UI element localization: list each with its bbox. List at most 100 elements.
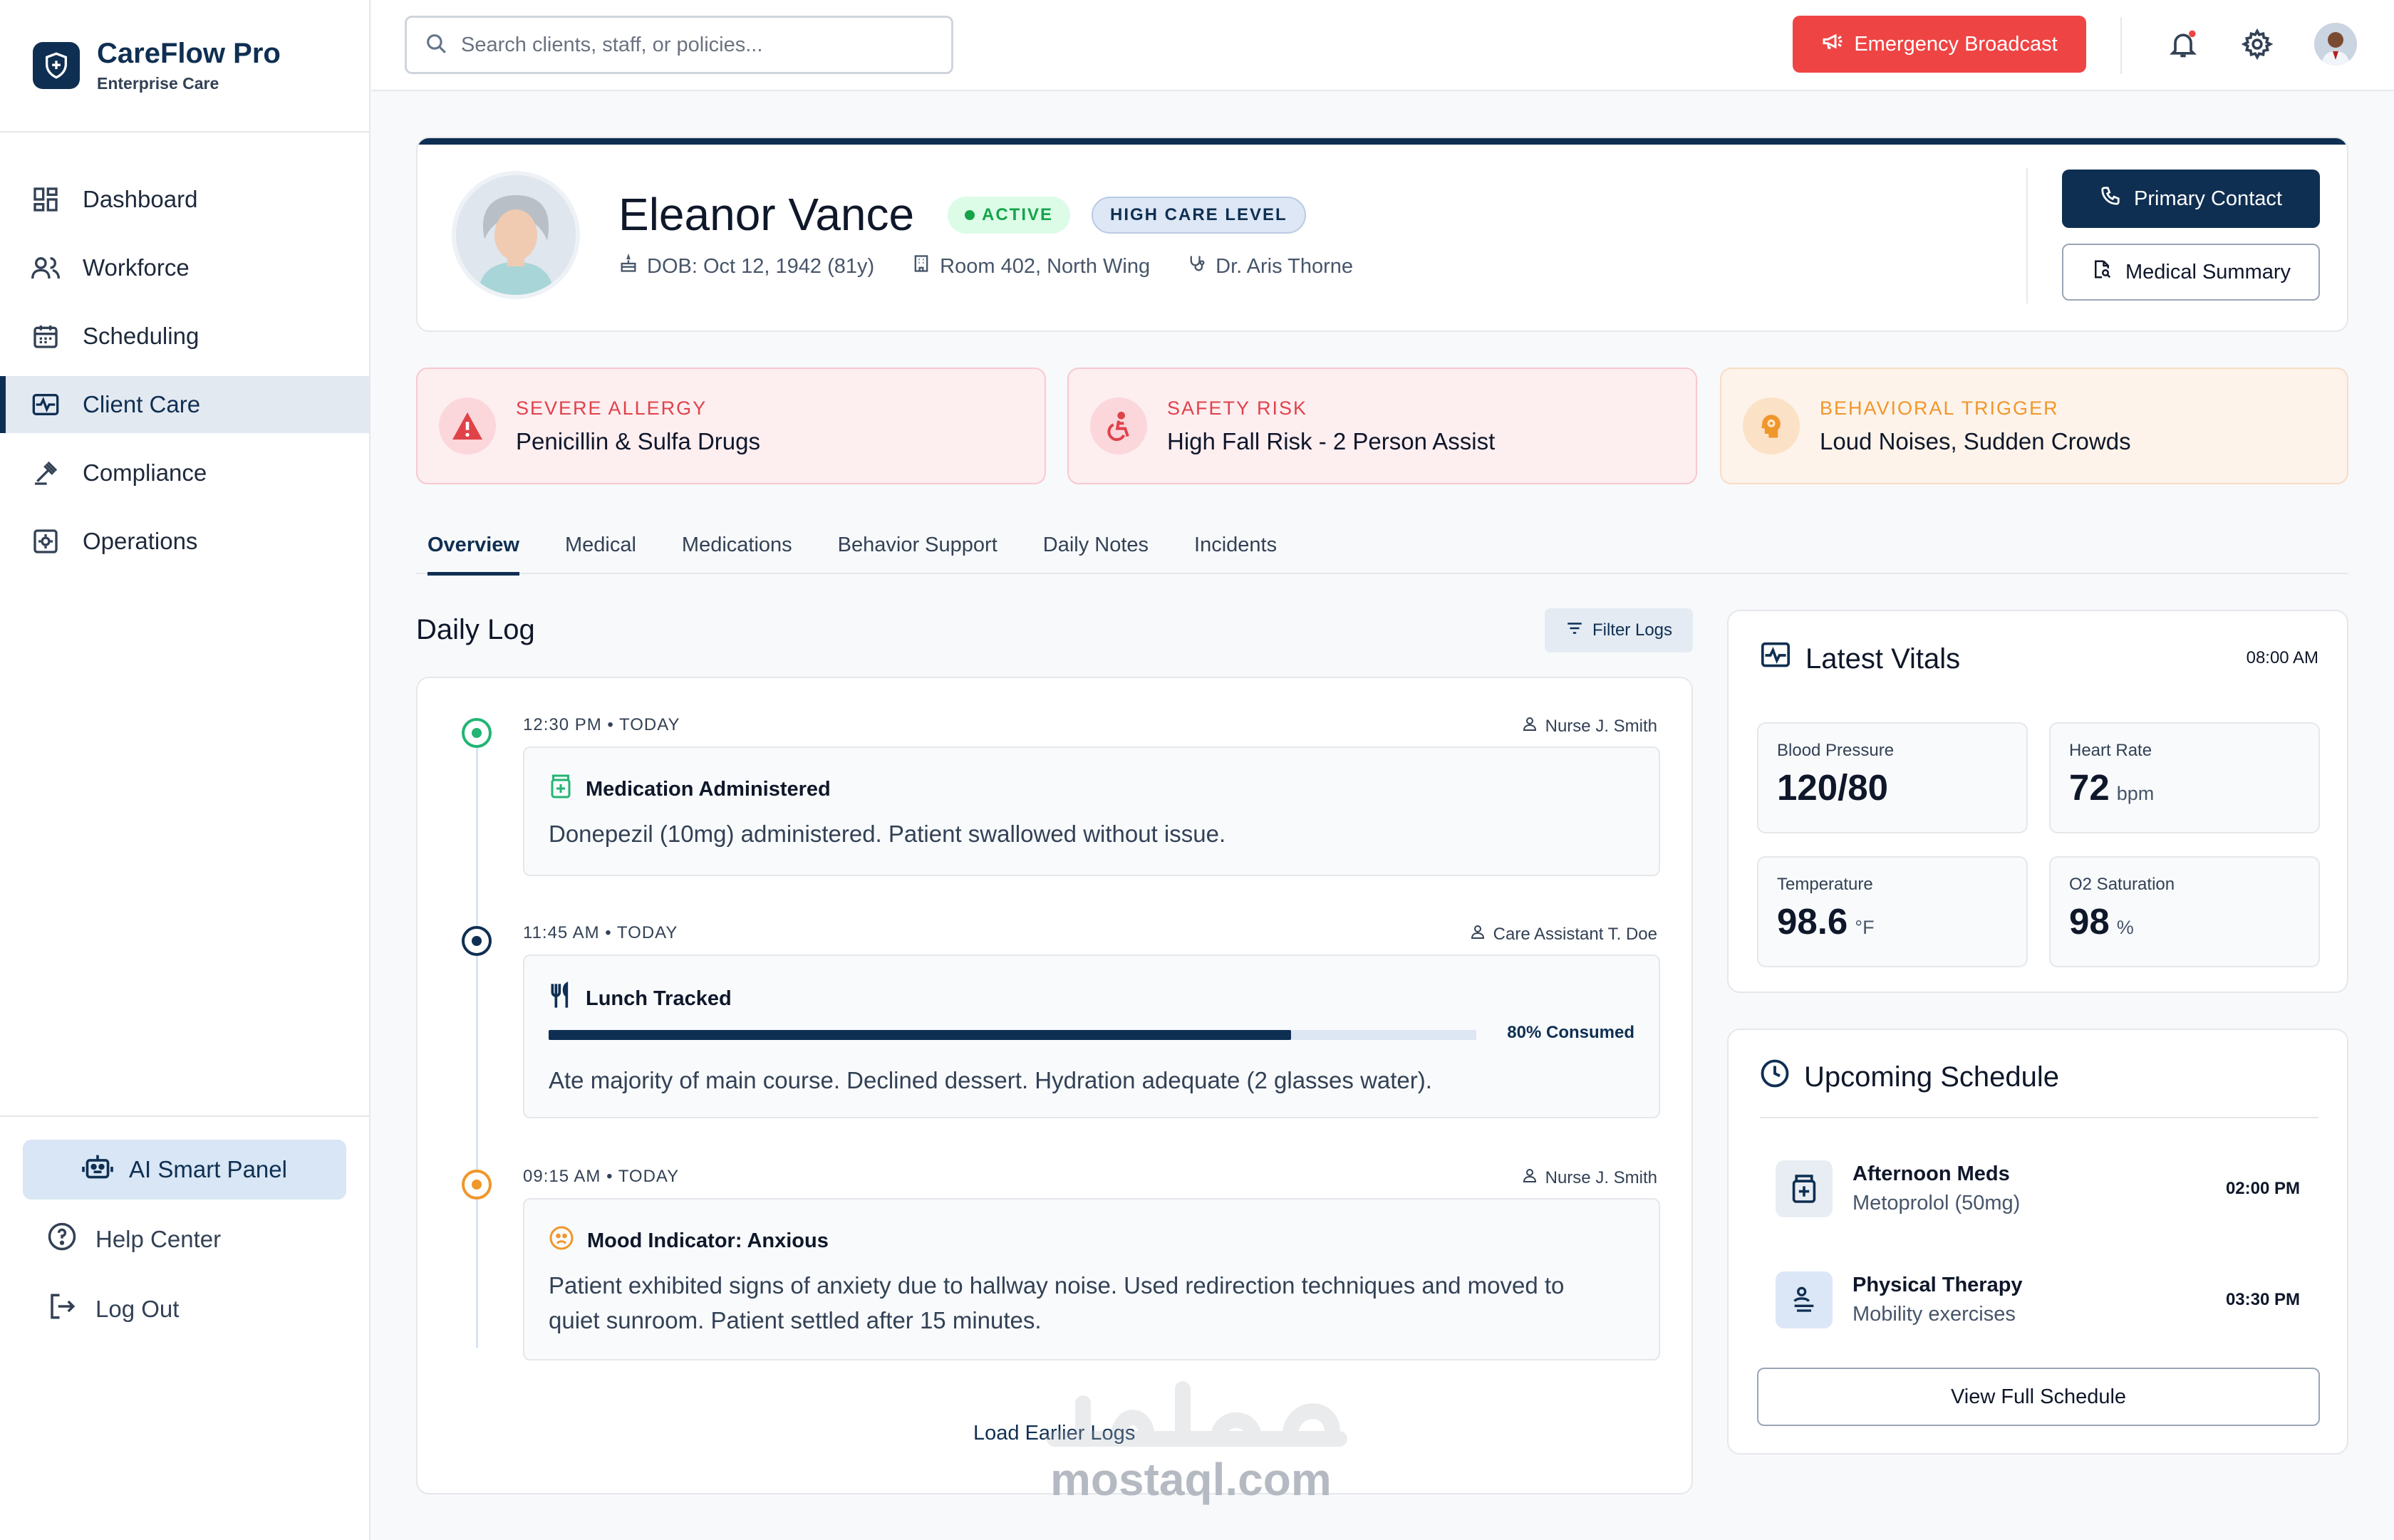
client-dob-text: DOB: Oct 12, 1942 (81y) xyxy=(647,254,875,278)
header-divider xyxy=(2120,17,2122,74)
bell-icon xyxy=(2167,28,2199,63)
vital-unit: bpm xyxy=(2116,783,2155,804)
schedule-item-subtitle: Metoprolol (50mg) xyxy=(1852,1192,2021,1214)
alert-text: Penicillin & Sulfa Drugs xyxy=(516,427,760,454)
vital-unit: % xyxy=(2116,917,2134,938)
pill-bottle-icon xyxy=(549,774,573,805)
user-avatar[interactable] xyxy=(2314,23,2357,66)
filter-icon xyxy=(1565,619,1584,642)
notification-bell-button[interactable] xyxy=(2162,24,2204,67)
sidebar-item-dashboard[interactable]: Dashboard xyxy=(0,171,369,228)
upcoming-schedule-header: Upcoming Schedule xyxy=(1760,1058,2059,1096)
status-dot-icon xyxy=(965,210,975,220)
help-center-link[interactable]: Help Center xyxy=(23,1209,346,1269)
stethoscope-icon xyxy=(1187,254,1207,279)
therapy-person-icon xyxy=(1776,1271,1833,1328)
brand[interactable]: CareFlow Pro Enterprise Care xyxy=(0,0,369,132)
brand-subtitle: Enterprise Care xyxy=(97,74,219,93)
alert-card-allergy[interactable]: SEVERE ALLERGY Penicillin & Sulfa Drugs xyxy=(416,368,1046,484)
schedule-item-physical-therapy[interactable]: Physical Therapy Mobility exercises 03:3… xyxy=(1776,1261,2300,1339)
vital-value: 98.6 °F xyxy=(1777,900,2008,942)
profile-divider xyxy=(2026,168,2028,303)
utensils-icon xyxy=(549,981,573,1016)
alert-card-behavior[interactable]: BEHAVIORAL TRIGGER Loud Noises, Sudden C… xyxy=(1720,368,2348,484)
medicine-box-icon xyxy=(1776,1160,1833,1217)
status-badge: ACTIVE xyxy=(948,197,1071,234)
dashboard-icon xyxy=(30,184,61,215)
sidebar-item-client-care[interactable]: Client Care xyxy=(0,376,369,433)
tab-incidents[interactable]: Incidents xyxy=(1194,516,1277,574)
log-entry-header: Lunch Tracked xyxy=(549,981,732,1016)
filter-logs-label: Filter Logs xyxy=(1592,620,1673,640)
log-entry-header: Medication Administered xyxy=(549,774,831,805)
vital-number: 98 xyxy=(2069,901,2110,942)
search-box[interactable] xyxy=(405,16,953,74)
log-entry-lunch[interactable]: Lunch Tracked 80% Consumed Ate majority … xyxy=(523,954,1660,1118)
tab-daily-notes[interactable]: Daily Notes xyxy=(1043,516,1149,574)
log-entry-title: Medication Administered xyxy=(586,777,831,801)
alert-card-safety[interactable]: SAFETY RISK High Fall Risk - 2 Person As… xyxy=(1067,368,1697,484)
settings-button[interactable] xyxy=(2236,24,2279,67)
head-gear-icon xyxy=(1743,397,1800,454)
client-avatar xyxy=(452,171,580,299)
tab-medical[interactable]: Medical xyxy=(565,516,636,574)
log-author-name: Nurse J. Smith xyxy=(1545,716,1657,736)
help-center-label: Help Center xyxy=(95,1226,222,1252)
latest-vitals-card: Latest Vitals 08:00 AM Blood Pressure 12… xyxy=(1727,610,2348,993)
client-profile-card: Eleanor Vance ACTIVE HIGH CARE LEVEL DOB… xyxy=(416,137,2348,332)
client-meta: DOB: Oct 12, 1942 (81y) Room 402, North … xyxy=(618,253,1353,279)
shield-logo-icon xyxy=(33,42,80,89)
filter-logs-button[interactable]: Filter Logs xyxy=(1545,608,1693,652)
emergency-broadcast-button[interactable]: Emergency Broadcast xyxy=(1793,16,2086,73)
robot-icon xyxy=(82,1153,113,1187)
sidebar-item-label: Dashboard xyxy=(83,186,198,212)
gear-icon xyxy=(2241,28,2274,63)
tab-behavior-support[interactable]: Behavior Support xyxy=(838,516,998,574)
alert-type: SEVERE ALLERGY xyxy=(516,397,708,419)
alert-text: High Fall Risk - 2 Person Assist xyxy=(1167,427,1496,454)
tab-medications[interactable]: Medications xyxy=(682,516,792,574)
upcoming-schedule-title: Upcoming Schedule xyxy=(1804,1061,2059,1093)
phone-icon xyxy=(2100,185,2121,212)
sidebar-item-workforce[interactable]: Workforce xyxy=(0,239,369,296)
logout-icon xyxy=(47,1291,77,1327)
log-time: 12:30 PM • TODAY xyxy=(523,715,680,734)
heartbeat-icon xyxy=(30,389,61,420)
alert-text: Loud Noises, Sudden Crowds xyxy=(1820,427,2131,454)
watermark-text: mostaql.com xyxy=(1050,1454,1332,1505)
vital-label: Heart Rate xyxy=(2069,741,2152,760)
timeline-dot-orange xyxy=(462,1170,492,1200)
log-entry-medication[interactable]: Medication Administered Donepezil (10mg)… xyxy=(523,746,1660,876)
vitals-timestamp: 08:00 AM xyxy=(2246,648,2318,667)
primary-contact-button[interactable]: Primary Contact xyxy=(2062,170,2320,228)
schedule-item-afternoon-meds[interactable]: Afternoon Meds Metoprolol (50mg) 02:00 P… xyxy=(1776,1150,2300,1228)
alert-type: BEHAVIORAL TRIGGER xyxy=(1820,397,2059,419)
log-entry-mood[interactable]: Mood Indicator: Anxious Patient exhibite… xyxy=(523,1198,1660,1360)
client-doctor: Dr. Aris Thorne xyxy=(1187,254,1353,279)
sidebar: CareFlow Pro Enterprise Care Dashboard W… xyxy=(0,0,370,1540)
warning-triangle-icon xyxy=(439,397,496,454)
view-full-schedule-button[interactable]: View Full Schedule xyxy=(1757,1368,2320,1426)
tab-overview[interactable]: Overview xyxy=(428,516,519,576)
log-entry-header: Mood Indicator: Anxious xyxy=(549,1225,829,1257)
sidebar-item-label: Operations xyxy=(83,528,198,554)
client-doctor-text: Dr. Aris Thorne xyxy=(1216,254,1354,278)
sidebar-item-label: Workforce xyxy=(83,254,190,281)
sidebar-item-scheduling[interactable]: Scheduling xyxy=(0,308,369,365)
log-author: Nurse J. Smith xyxy=(1521,1167,1657,1189)
schedule-item-title: Physical Therapy xyxy=(1852,1274,2023,1296)
sidebar-item-operations[interactable]: Operations xyxy=(0,513,369,570)
ai-smart-panel-button[interactable]: AI Smart Panel xyxy=(23,1140,346,1200)
log-entry-body: Patient exhibited signs of anxiety due t… xyxy=(549,1272,1565,1333)
user-icon xyxy=(1521,1167,1538,1189)
search-input[interactable] xyxy=(461,33,945,57)
client-dob: DOB: Oct 12, 1942 (81y) xyxy=(618,253,875,279)
sidebar-item-label: Client Care xyxy=(83,391,201,417)
client-name: Eleanor Vance xyxy=(618,189,915,240)
client-room-text: Room 402, North Wing xyxy=(940,254,1151,278)
sidebar-item-compliance[interactable]: Compliance xyxy=(0,444,369,501)
clock-icon xyxy=(1760,1058,1790,1096)
log-out-link[interactable]: Log Out xyxy=(23,1279,346,1339)
help-icon xyxy=(47,1222,77,1257)
medical-summary-button[interactable]: Medical Summary xyxy=(2062,244,2320,301)
